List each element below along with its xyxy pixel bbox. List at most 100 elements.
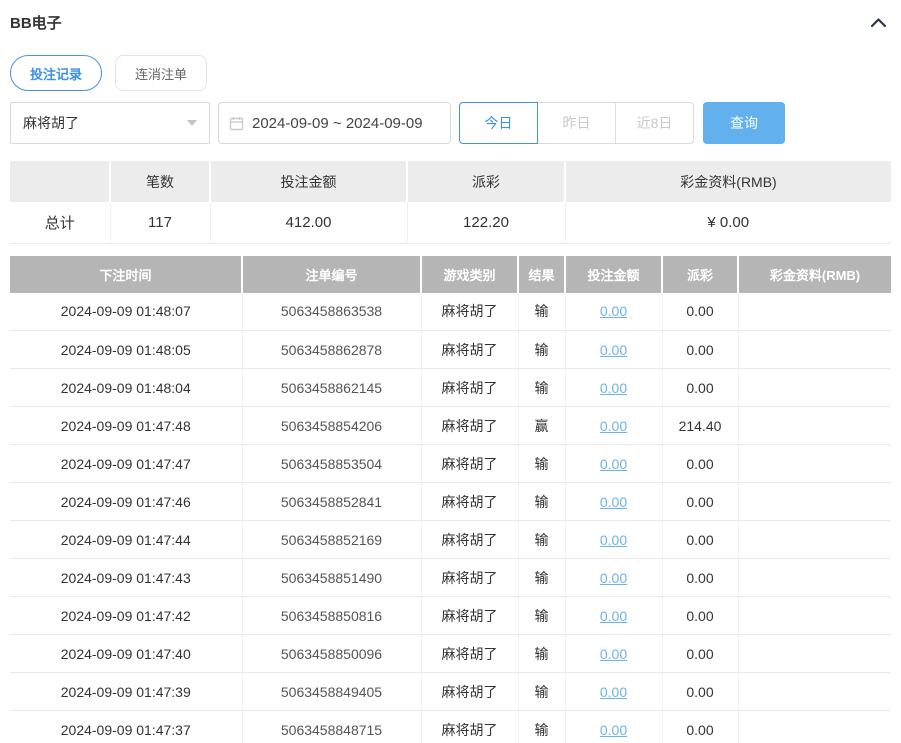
bet-amount-link[interactable]: 0.00 [600, 303, 627, 319]
order-id-cell: 5063458848715 [242, 710, 422, 743]
bet-amount-link[interactable]: 0.00 [600, 646, 627, 662]
order-id-cell: 5063458849405 [242, 672, 422, 711]
game-type-cell: 麻将胡了 [421, 406, 519, 445]
date-range-picker[interactable]: 2024-09-09 ~ 2024-09-09 [218, 102, 451, 144]
order-id-cell: 5063458852169 [242, 520, 422, 559]
payout-cell: 214.40 [662, 406, 739, 445]
bet-amount-cell: 0.00 [565, 710, 663, 743]
payout-cell: 0.00 [662, 672, 739, 711]
records-header-game-type: 游戏类别 [421, 255, 519, 293]
order-id-cell: 5063458863538 [242, 292, 422, 331]
game-type-cell: 麻将胡了 [421, 368, 519, 407]
payout-cell: 0.00 [662, 482, 739, 521]
payout-cell: 0.00 [662, 710, 739, 743]
bet-time-cell: 2024-09-09 01:47:39 [10, 672, 243, 711]
payout-cell: 0.00 [662, 634, 739, 673]
order-id-cell: 5063458862145 [242, 368, 422, 407]
bet-amount-link[interactable]: 0.00 [600, 570, 627, 586]
game-type-select[interactable]: 麻将胡了 [10, 102, 210, 144]
order-id-cell: 5063458853504 [242, 444, 422, 483]
bet-time-cell: 2024-09-09 01:47:40 [10, 634, 243, 673]
collapse-panel-button[interactable] [866, 14, 891, 32]
bet-time-cell: 2024-09-09 01:47:47 [10, 444, 243, 483]
game-type-cell: 麻将胡了 [421, 292, 519, 331]
bonus-cell [738, 596, 891, 635]
bet-amount-cell: 0.00 [565, 634, 663, 673]
bet-amount-link[interactable]: 0.00 [600, 722, 627, 738]
records-table: 下注时间 注单编号 游戏类别 结果 投注金额 派彩 彩金资料(RMB) 2024… [10, 255, 891, 743]
result-cell: 输 [518, 520, 566, 559]
payout-cell: 0.00 [662, 520, 739, 559]
bonus-cell [738, 292, 891, 331]
bonus-cell [738, 330, 891, 369]
bet-amount-cell: 0.00 [565, 292, 663, 331]
game-type-cell: 麻将胡了 [421, 634, 519, 673]
tab-betting-records[interactable]: 投注记录 [10, 55, 103, 91]
bet-amount-cell: 0.00 [565, 482, 663, 521]
records-header-payout: 派彩 [662, 255, 739, 293]
records-header-row: 下注时间 注单编号 游戏类别 结果 投注金额 派彩 彩金资料(RMB) [10, 255, 891, 293]
result-cell: 输 [518, 482, 566, 521]
table-row: 2024-09-09 01:47:43 5063458851490 麻将胡了 输… [10, 558, 891, 597]
bet-amount-cell: 0.00 [565, 368, 663, 407]
game-type-cell: 麻将胡了 [421, 520, 519, 559]
bet-time-cell: 2024-09-09 01:47:42 [10, 596, 243, 635]
table-row: 2024-09-09 01:47:37 5063458848715 麻将胡了 输… [10, 710, 891, 743]
bet-amount-link[interactable]: 0.00 [600, 684, 627, 700]
bet-amount-link[interactable]: 0.00 [600, 342, 627, 358]
bet-amount-link[interactable]: 0.00 [600, 380, 627, 396]
game-type-cell: 麻将胡了 [421, 596, 519, 635]
bet-amount-link[interactable]: 0.00 [600, 494, 627, 510]
summary-header-payout: 派彩 [407, 161, 566, 202]
order-id-cell: 5063458850816 [242, 596, 422, 635]
query-button[interactable]: 查询 [703, 102, 785, 144]
calendar-icon [229, 116, 244, 131]
summary-header-bonus: 彩金资料(RMB) [565, 161, 891, 202]
order-id-cell: 5063458851490 [242, 558, 422, 597]
table-row: 2024-09-09 01:47:48 5063458854206 麻将胡了 赢… [10, 406, 891, 445]
result-cell: 输 [518, 596, 566, 635]
bonus-cell [738, 672, 891, 711]
table-row: 2024-09-09 01:47:47 5063458853504 麻将胡了 输… [10, 444, 891, 483]
last-8-days-button[interactable]: 近8日 [615, 102, 694, 144]
payout-cell: 0.00 [662, 444, 739, 483]
bonus-cell [738, 444, 891, 483]
result-cell: 输 [518, 710, 566, 743]
tab-cancelled-orders[interactable]: 连消注单 [115, 55, 208, 91]
game-type-cell: 麻将胡了 [421, 482, 519, 521]
bonus-cell [738, 482, 891, 521]
result-cell: 输 [518, 672, 566, 711]
summary-table: 笔数 投注金额 派彩 彩金资料(RMB) 总计 117 412.00 122.2… [10, 161, 891, 244]
bet-amount-link[interactable]: 0.00 [600, 608, 627, 624]
result-cell: 输 [518, 292, 566, 331]
caret-down-icon [187, 120, 197, 126]
result-cell: 输 [518, 444, 566, 483]
bonus-cell [738, 406, 891, 445]
filters-bar: 麻将胡了 2024-09-09 ~ 2024-09-09 今日 昨日 近8日 查… [10, 102, 891, 144]
summary-total-count: 117 [110, 202, 211, 244]
records-header-time: 下注时间 [10, 255, 243, 293]
table-row: 2024-09-09 01:47:39 5063458849405 麻将胡了 输… [10, 672, 891, 711]
result-cell: 输 [518, 558, 566, 597]
table-row: 2024-09-09 01:47:40 5063458850096 麻将胡了 输… [10, 634, 891, 673]
bet-amount-cell: 0.00 [565, 406, 663, 445]
game-type-cell: 麻将胡了 [421, 444, 519, 483]
records-header-bet-amount: 投注金额 [565, 255, 663, 293]
payout-cell: 0.00 [662, 292, 739, 331]
table-row: 2024-09-09 01:48:07 5063458863538 麻将胡了 输… [10, 292, 891, 331]
bonus-cell [738, 710, 891, 743]
bet-amount-cell: 0.00 [565, 558, 663, 597]
bet-amount-link[interactable]: 0.00 [600, 532, 627, 548]
bet-amount-link[interactable]: 0.00 [600, 418, 627, 434]
today-button[interactable]: 今日 [459, 102, 538, 144]
order-id-cell: 5063458850096 [242, 634, 422, 673]
chevron-up-icon [870, 17, 887, 33]
bet-amount-link[interactable]: 0.00 [600, 456, 627, 472]
bet-time-cell: 2024-09-09 01:48:05 [10, 330, 243, 369]
yesterday-button[interactable]: 昨日 [537, 102, 616, 144]
bet-time-cell: 2024-09-09 01:47:46 [10, 482, 243, 521]
order-id-cell: 5063458852841 [242, 482, 422, 521]
game-type-select-value: 麻将胡了 [23, 115, 79, 131]
game-type-cell: 麻将胡了 [421, 558, 519, 597]
bet-time-cell: 2024-09-09 01:47:48 [10, 406, 243, 445]
